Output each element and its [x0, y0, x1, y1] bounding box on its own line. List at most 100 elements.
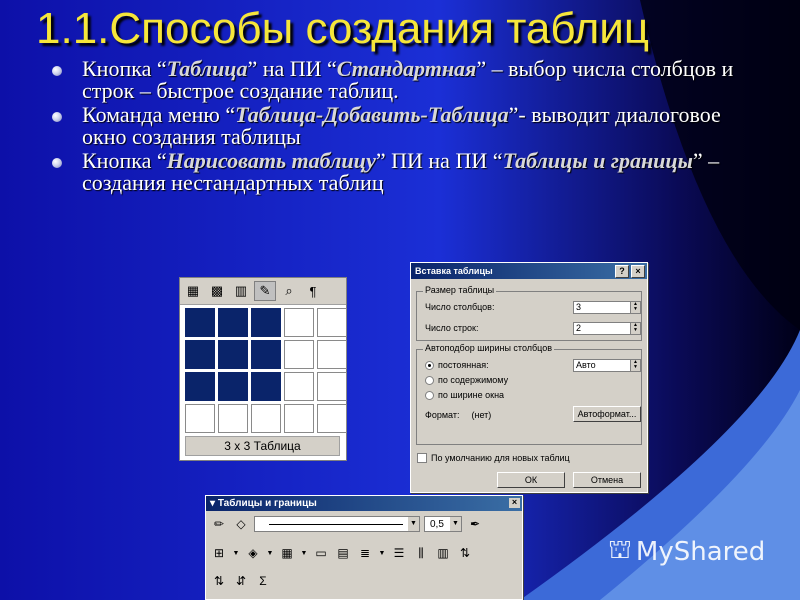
- close-button[interactable]: ×: [631, 265, 645, 278]
- grid-cell-selected[interactable]: [185, 340, 215, 369]
- shading-color-icon[interactable]: ◈: [244, 544, 262, 562]
- grid-cell[interactable]: [317, 308, 347, 337]
- insert-table-dialog: Вставка таблицы ? × Размер таблицы Число…: [410, 262, 648, 493]
- eraser-icon[interactable]: ◇: [232, 515, 250, 533]
- draw-table-pencil-icon[interactable]: ✏: [210, 515, 228, 533]
- zoom-icon[interactable]: ⌕: [278, 281, 300, 301]
- radio-selected-icon[interactable]: [425, 360, 434, 370]
- borders-icon[interactable]: ⊞: [210, 544, 228, 562]
- slide-title: 1.1.Способы создания таблиц: [36, 4, 650, 53]
- line-weight-select[interactable]: 0,5 ▼: [424, 516, 462, 532]
- grid-cell[interactable]: [284, 340, 314, 369]
- chevron-down-icon[interactable]: ▼: [378, 544, 386, 562]
- ok-button[interactable]: ОК: [497, 472, 565, 488]
- sort-ascending-icon[interactable]: ⇅: [210, 572, 228, 590]
- grid-cell-selected[interactable]: [251, 372, 281, 401]
- checkbox-icon[interactable]: [417, 453, 427, 463]
- merge-cells-icon[interactable]: ▭: [312, 544, 330, 562]
- tables-borders-toolbar: ▾ Таблицы и границы × ✏ ◇ ▼ 0,5 ▼ ✒ ⊞ ▼ …: [205, 495, 523, 600]
- radio-content[interactable]: по содержимому: [425, 375, 508, 385]
- group-label: Автоподбор ширины столбцов: [423, 343, 555, 353]
- table-autoformat-icon[interactable]: ▥: [434, 544, 452, 562]
- radio-icon[interactable]: [425, 390, 434, 400]
- spinner-arrows-icon[interactable]: ▲ ▼: [630, 302, 640, 313]
- table-size-group: Размер таблицы Число столбцов: 3 ▲ ▼ Числ…: [416, 285, 642, 341]
- toolbar-row-2: ⊞ ▼ ◈ ▼ ▦ ▼ ▭ ▤ ≣ ▼ ☰ ⫼ ▥ ⇅: [210, 544, 474, 562]
- bullet-item: Кнопка “Таблица” на ПИ “Стандартная” – в…: [52, 58, 742, 102]
- chevron-down-icon[interactable]: ▼: [232, 544, 240, 562]
- grid-cell[interactable]: [317, 340, 347, 369]
- grid-cell[interactable]: [185, 404, 215, 433]
- columns-icon[interactable]: ▥: [230, 281, 252, 301]
- autoformat-button[interactable]: Автоформат...: [573, 406, 641, 422]
- autofit-group: Автоподбор ширины столбцов постоянная: А…: [416, 343, 642, 445]
- dialog-title: Вставка таблицы: [415, 266, 493, 276]
- radio-window[interactable]: по ширине окна: [425, 390, 504, 400]
- distribute-rows-icon[interactable]: ☰: [390, 544, 408, 562]
- chevron-down-icon[interactable]: ▼: [408, 517, 419, 531]
- grid-cell-selected[interactable]: [218, 340, 248, 369]
- border-color-icon[interactable]: ✒: [466, 515, 484, 533]
- format-label: Формат:: [425, 410, 460, 420]
- brand-name: MyShared: [635, 537, 766, 567]
- spinner-arrows-icon[interactable]: ▲ ▼: [630, 360, 640, 371]
- table-icon[interactable]: ▦: [182, 281, 204, 301]
- grid-cell-selected[interactable]: [185, 372, 215, 401]
- grid-cell[interactable]: [284, 372, 314, 401]
- radio-window-label: по ширине окна: [438, 390, 505, 400]
- chevron-down-icon[interactable]: ▼: [266, 544, 274, 562]
- grid-cell-selected[interactable]: [218, 308, 248, 337]
- bullet-icon: [52, 112, 62, 122]
- grid-cell[interactable]: [284, 308, 314, 337]
- text-direction-icon[interactable]: ⇅: [456, 544, 474, 562]
- toolbar-row-3: ⇅ ⇵ Σ: [210, 572, 272, 590]
- bullet-item: Кнопка “Нарисовать таблицу” ПИ на ПИ “Та…: [52, 150, 742, 194]
- fixed-width-select[interactable]: Авто ▲ ▼: [573, 359, 641, 372]
- cols-label: Число столбцов:: [425, 302, 495, 312]
- default-checkbox-label: По умолчанию для новых таблиц: [431, 453, 570, 463]
- grid-cell[interactable]: [218, 404, 248, 433]
- autosum-icon[interactable]: Σ: [254, 572, 272, 590]
- split-cells-icon[interactable]: ▤: [334, 544, 352, 562]
- line-style-select[interactable]: ▼: [254, 516, 420, 532]
- radio-icon[interactable]: [425, 375, 434, 385]
- default-checkbox-row[interactable]: По умолчанию для новых таблиц: [417, 453, 570, 463]
- rows-spinner[interactable]: 2 ▲ ▼: [573, 322, 641, 335]
- toolbar-title: Таблицы и границы: [217, 498, 317, 509]
- radio-fixed[interactable]: постоянная:: [425, 360, 489, 370]
- rows-value: 2: [576, 323, 582, 333]
- grid-cell[interactable]: [284, 404, 314, 433]
- sort-descending-icon[interactable]: ⇵: [232, 572, 250, 590]
- chevron-down-icon[interactable]: ▼: [300, 544, 308, 562]
- excel-icon[interactable]: ▩: [206, 281, 228, 301]
- insert-table-icon[interactable]: ▦: [278, 544, 296, 562]
- toolbar-close-button[interactable]: ×: [509, 498, 520, 508]
- distribute-columns-icon[interactable]: ⫼: [412, 544, 430, 562]
- line-weight-value: 0,5: [430, 518, 444, 530]
- cancel-button[interactable]: Отмена: [573, 472, 641, 488]
- pilcrow-icon[interactable]: ¶: [302, 281, 324, 301]
- fixed-width-value: Авто: [576, 360, 596, 370]
- align-icon[interactable]: ≣: [356, 544, 374, 562]
- spinner-arrows-icon[interactable]: ▲ ▼: [630, 323, 640, 334]
- grid-cell[interactable]: [317, 372, 347, 401]
- rows-label: Число строк:: [425, 323, 479, 333]
- help-button[interactable]: ?: [615, 265, 629, 278]
- cols-value: 3: [576, 302, 582, 312]
- chevron-down-icon[interactable]: ▼: [450, 517, 461, 531]
- grid-cell-selected[interactable]: [185, 308, 215, 337]
- table-grid: [185, 308, 347, 433]
- grid-cell-selected[interactable]: [251, 340, 281, 369]
- bullet-text: ” ПИ на ПИ “: [375, 148, 503, 173]
- grid-cell[interactable]: [317, 404, 347, 433]
- picker-toolbar: ▦ ▩ ▥ ✎ ⌕ ¶: [180, 278, 346, 305]
- format-value: (нет): [471, 410, 492, 420]
- grid-cell[interactable]: [251, 404, 281, 433]
- cols-spinner[interactable]: 3 ▲ ▼: [573, 301, 641, 314]
- bullet-item: Команда меню “Таблица-Добавить-Таблица”-…: [52, 104, 742, 148]
- toolbar-menu-icon[interactable]: ▾: [210, 498, 218, 509]
- brand-logo-icon: ⛫: [608, 535, 632, 565]
- grid-cell-selected[interactable]: [218, 372, 248, 401]
- grid-cell-selected[interactable]: [251, 308, 281, 337]
- draw-icon[interactable]: ✎: [254, 281, 276, 301]
